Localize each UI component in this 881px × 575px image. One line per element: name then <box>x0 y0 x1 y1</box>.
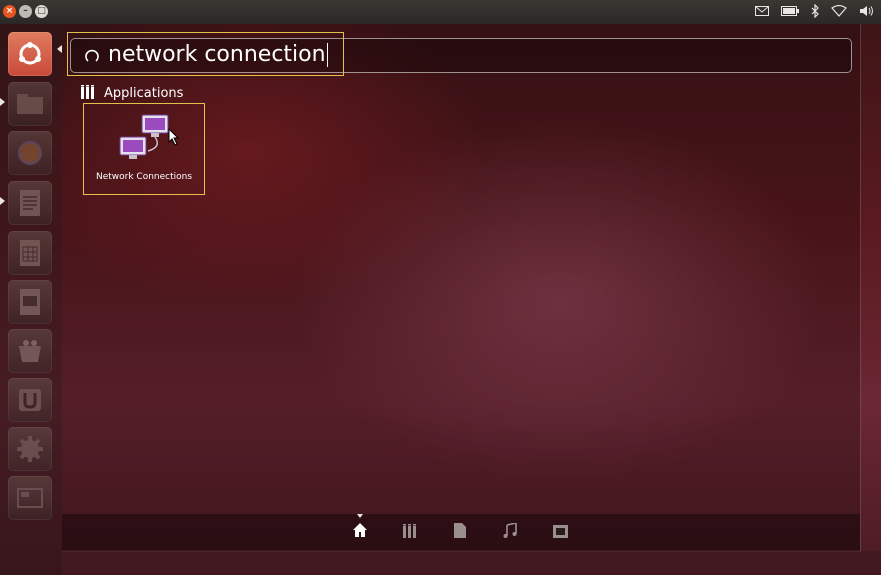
writer-launcher[interactable] <box>8 181 52 225</box>
battery-icon[interactable] <box>781 6 799 16</box>
lens-files-button[interactable] <box>450 522 470 542</box>
result-label: Network Connections <box>95 172 193 182</box>
system-settings-launcher[interactable] <box>8 427 52 471</box>
top-panel: × – □ <box>0 0 881 24</box>
launcher-running-pip <box>0 197 5 205</box>
music-note-icon <box>503 521 517 542</box>
lens-music-button[interactable] <box>500 521 520 542</box>
dash-home-button[interactable] <box>8 32 52 76</box>
text-caret <box>326 43 328 67</box>
search-query[interactable]: network connection <box>108 40 328 70</box>
bluetooth-icon[interactable] <box>811 4 819 18</box>
minimize-button[interactable]: – <box>19 5 32 18</box>
files-launcher[interactable] <box>8 82 52 126</box>
firefox-icon <box>8 131 52 175</box>
window-controls: × – □ <box>3 5 48 18</box>
launcher-running-pip <box>0 98 5 106</box>
close-button[interactable]: × <box>3 5 16 18</box>
applications-icon <box>402 523 418 542</box>
lens-video-button[interactable] <box>550 522 570 542</box>
applications-lens-icon <box>81 84 96 103</box>
software-center-launcher[interactable] <box>8 329 52 373</box>
indicator-area <box>755 4 875 18</box>
lens-home-button[interactable] <box>350 522 370 542</box>
category-header[interactable]: Applications <box>81 84 183 103</box>
writer-icon <box>8 181 52 225</box>
ubuntu-one-launcher[interactable] <box>8 378 52 422</box>
category-title: Applications <box>104 86 184 101</box>
workspace-switcher-launcher[interactable] <box>8 476 52 520</box>
active-lens-marker <box>357 514 363 518</box>
wifi-icon[interactable] <box>831 5 847 17</box>
files-icon <box>8 82 52 126</box>
ubuntu-logo-icon <box>8 32 52 76</box>
calc-launcher[interactable] <box>8 231 52 275</box>
firefox-launcher[interactable] <box>8 131 52 175</box>
volume-icon[interactable] <box>859 5 875 17</box>
software-center-icon <box>8 329 52 373</box>
file-icon <box>454 522 466 542</box>
ubuntu-one-icon <box>8 378 52 422</box>
impress-icon <box>8 280 52 324</box>
search-spinner-icon <box>84 48 100 68</box>
home-icon <box>352 522 368 542</box>
gear-icon <box>8 427 52 471</box>
lens-applications-button[interactable] <box>400 522 420 542</box>
search-query-text: network connection <box>108 42 326 67</box>
calc-icon <box>8 231 52 275</box>
impress-launcher[interactable] <box>8 280 52 324</box>
video-icon <box>552 523 568 542</box>
maximize-button[interactable]: □ <box>35 5 48 18</box>
workspace-switcher-icon <box>8 476 52 520</box>
mouse-pointer-icon <box>168 127 180 150</box>
mail-icon[interactable] <box>755 6 769 16</box>
bottom-edge <box>62 551 881 575</box>
network-connections-icon <box>118 113 170 169</box>
